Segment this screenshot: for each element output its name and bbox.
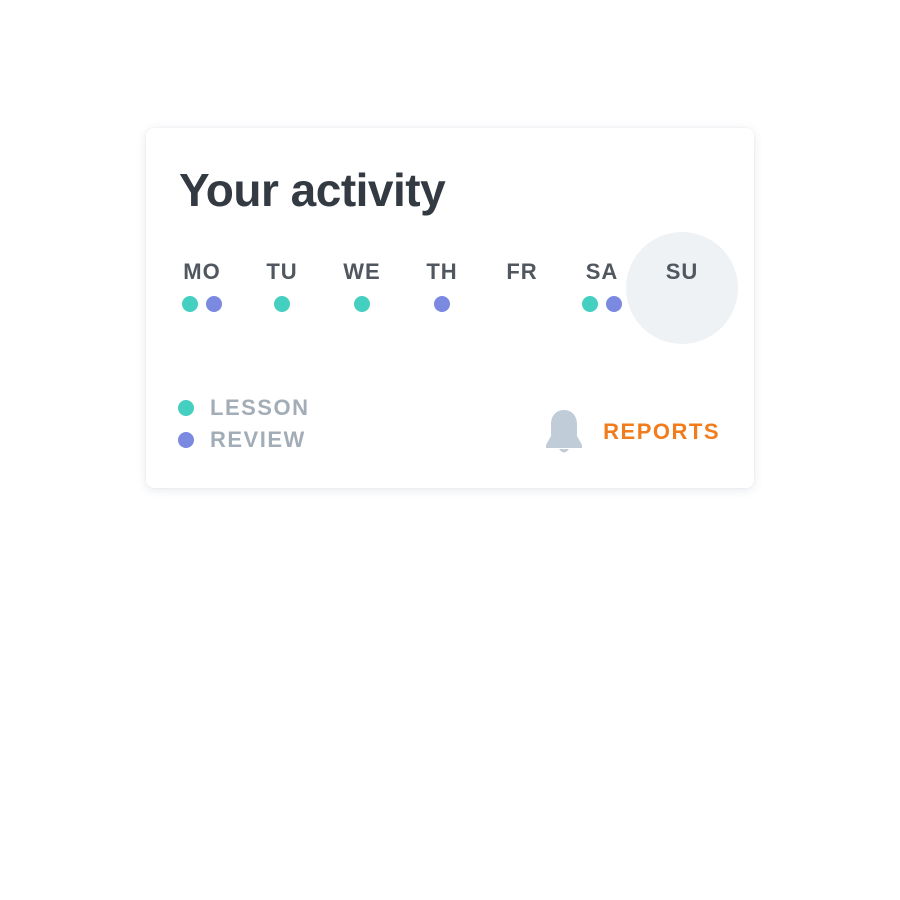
- card-title: Your activity: [179, 164, 446, 216]
- activity-card: Your activity MO TU WE TH FR SA SU LESSON REVI…: [146, 128, 754, 488]
- legend-label-lesson: LESSON: [210, 395, 310, 420]
- legend-item-lesson: LESSON: [178, 392, 309, 424]
- week-days: MO TU WE TH FR SA SU: [146, 232, 754, 344]
- reports-button[interactable]: REPORTS: [543, 408, 720, 456]
- review-dot: [206, 296, 222, 312]
- activity-dots: [626, 296, 738, 312]
- reports-label[interactable]: REPORTS: [603, 419, 720, 445]
- lesson-dot: [274, 296, 290, 312]
- day-label: SU: [665, 259, 699, 284]
- today-highlight: [626, 232, 738, 344]
- lesson-dot: [178, 400, 194, 416]
- bell-clapper: [559, 449, 570, 453]
- bell-body: [546, 410, 583, 448]
- day-su[interactable]: SU: [626, 232, 738, 344]
- bell-icon: [546, 410, 583, 453]
- legend: LESSON REVIEW: [178, 392, 309, 456]
- lesson-dot: [582, 296, 598, 312]
- legend-label-review: REVIEW: [210, 427, 306, 452]
- lesson-dot: [354, 296, 370, 312]
- review-dot: [434, 296, 450, 312]
- lesson-dot: [182, 296, 198, 312]
- review-dot: [606, 296, 622, 312]
- review-dot: [178, 432, 194, 448]
- legend-item-review: REVIEW: [178, 424, 309, 456]
